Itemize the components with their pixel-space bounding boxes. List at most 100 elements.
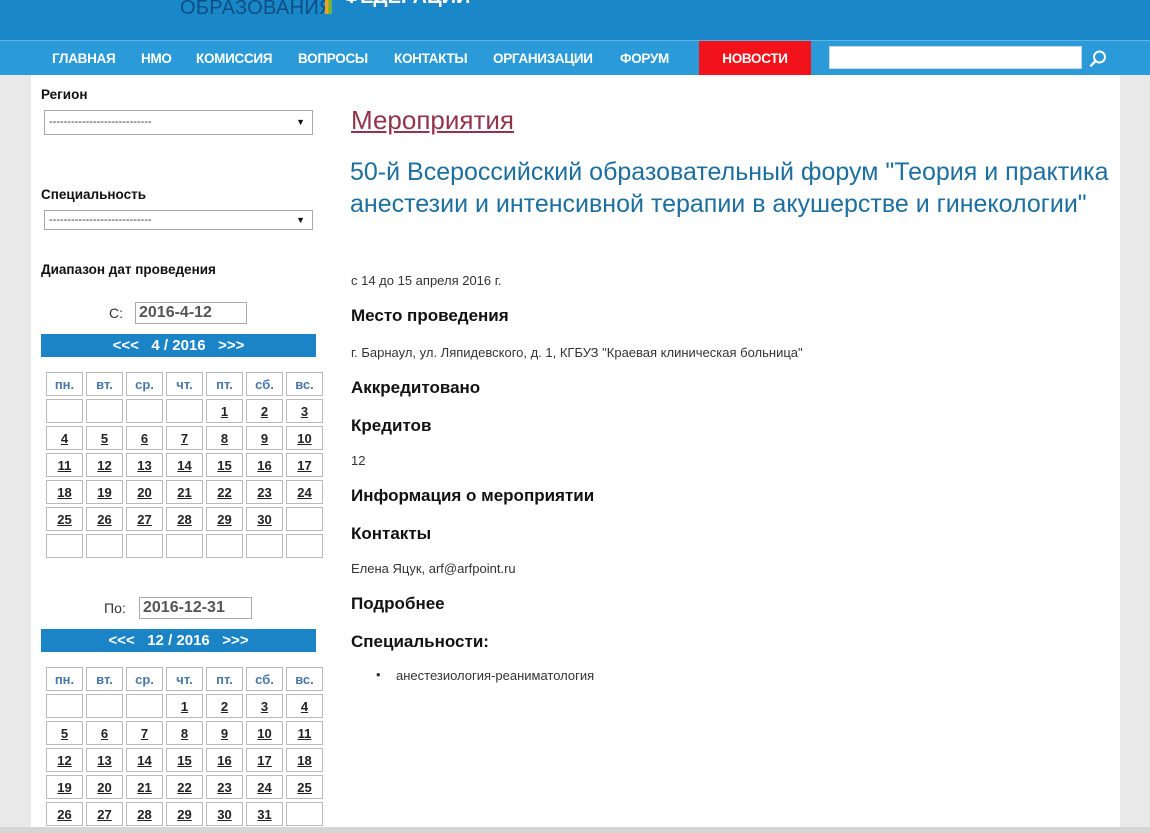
calendar-day[interactable]: 12 (86, 453, 123, 477)
calendar-day[interactable]: 26 (46, 802, 83, 826)
calendar-day[interactable]: 3 (286, 399, 323, 423)
nav-item-organizations[interactable]: ОРГАНИЗАЦИИ (493, 41, 593, 76)
search-input[interactable] (829, 46, 1082, 69)
calendar-day[interactable]: 10 (246, 721, 283, 745)
specialty-list-item: анестезиология-реаниматология (376, 667, 594, 683)
calendar-day[interactable]: 2 (246, 399, 283, 423)
calendar-day[interactable]: 7 (166, 426, 203, 450)
calendar-day[interactable]: 14 (166, 453, 203, 477)
nav-item-commission[interactable]: КОМИССИЯ (196, 41, 273, 76)
calendar-next-button[interactable]: >>> (218, 337, 244, 354)
calendar-day[interactable]: 23 (246, 480, 283, 504)
calendar-day[interactable]: 26 (86, 507, 123, 531)
logo-text: ОБРАЗОВАНИЯ (180, 0, 334, 19)
calendar-day[interactable]: 17 (286, 453, 323, 477)
details-heading[interactable]: Подробнее (351, 594, 445, 614)
region-select[interactable]: ---------------------------- ▼ (44, 110, 313, 135)
calendar-day[interactable]: 8 (206, 426, 243, 450)
search-icon[interactable] (1088, 49, 1108, 69)
date-to-label: По: (104, 600, 126, 616)
calendar-day[interactable]: 2 (206, 694, 243, 718)
calendar-day[interactable]: 12 (46, 748, 83, 772)
specialty-select[interactable]: ---------------------------- ▼ (44, 210, 313, 230)
nav-item-contacts[interactable]: КОНТАКТЫ (394, 41, 468, 76)
calendar-day[interactable]: 7 (126, 721, 163, 745)
event-dates: с 14 до 15 апреля 2016 г. (351, 273, 502, 288)
calendar-to-grid: пн. вт. ср. чт. пт. сб. вс. 1 2 3 4 5 6 7 8 9 10 11 12 13 1… (43, 664, 326, 829)
calendar-day[interactable]: 22 (166, 775, 203, 799)
calendar-day[interactable]: 9 (246, 426, 283, 450)
calendar-next-button[interactable]: >>> (222, 632, 248, 649)
calendar-day[interactable]: 9 (206, 721, 243, 745)
nav-item-news[interactable]: НОВОСТИ (699, 41, 811, 76)
date-to-input[interactable] (139, 597, 252, 619)
calendar-weekday: вт. (86, 667, 123, 691)
calendar-day[interactable]: 17 (246, 748, 283, 772)
calendar-day[interactable]: 3 (246, 694, 283, 718)
date-range-label: Диапазон дат проведения (41, 262, 216, 277)
calendar-day[interactable]: 5 (86, 426, 123, 450)
calendar-day[interactable]: 5 (46, 721, 83, 745)
calendar-day[interactable]: 24 (246, 775, 283, 799)
calendar-day[interactable]: 28 (126, 802, 163, 826)
calendar-day[interactable]: 16 (246, 453, 283, 477)
section-title-link[interactable]: Мероприятия (351, 105, 514, 136)
calendar-day[interactable]: 10 (286, 426, 323, 450)
calendar-day[interactable]: 28 (166, 507, 203, 531)
calendar-day[interactable]: 18 (286, 748, 323, 772)
contacts-value: Елена Яцук, arf@arfpoint.ru (351, 561, 516, 576)
chevron-down-icon: ▼ (296, 117, 305, 127)
calendar-from-grid: пн. вт. ср. чт. пт. сб. вс. 1 2 3 4 5 6 7 8 9 10 11 12 13 1… (43, 369, 326, 561)
calendar-day[interactable]: 23 (206, 775, 243, 799)
calendar-day[interactable]: 30 (206, 802, 243, 826)
nav-item-questions[interactable]: ВОПРОСЫ (298, 41, 368, 76)
calendar-day[interactable]: 11 (46, 453, 83, 477)
calendar-weekday: чт. (166, 372, 203, 396)
calendar-day[interactable]: 1 (206, 399, 243, 423)
calendar-day[interactable]: 27 (86, 802, 123, 826)
calendar-day[interactable]: 30 (246, 507, 283, 531)
horizontal-scrollbar[interactable] (0, 827, 1150, 833)
calendar-day[interactable]: 24 (286, 480, 323, 504)
calendar-day[interactable]: 20 (126, 480, 163, 504)
calendar-day[interactable]: 1 (166, 694, 203, 718)
calendar-day[interactable]: 21 (126, 775, 163, 799)
calendar-empty-cell (286, 802, 323, 826)
calendar-day[interactable]: 15 (166, 748, 203, 772)
calendar-prev-button[interactable]: <<< (108, 632, 134, 649)
calendar-day[interactable]: 29 (206, 507, 243, 531)
calendar-day[interactable]: 4 (46, 426, 83, 450)
calendar-weekday-row: пн. вт. ср. чт. пт. сб. вс. (46, 372, 323, 396)
calendar-prev-button[interactable]: <<< (113, 337, 139, 354)
calendar-day[interactable]: 21 (166, 480, 203, 504)
calendar-empty-cell (46, 694, 83, 718)
calendar-day[interactable]: 16 (206, 748, 243, 772)
calendar-day[interactable]: 19 (46, 775, 83, 799)
date-from-input[interactable] (135, 302, 247, 324)
calendar-day[interactable]: 8 (166, 721, 203, 745)
calendar-weekday: вс. (286, 667, 323, 691)
calendar-day[interactable]: 20 (86, 775, 123, 799)
calendar-day[interactable]: 13 (86, 748, 123, 772)
calendar-day[interactable]: 29 (166, 802, 203, 826)
calendar-day[interactable]: 27 (126, 507, 163, 531)
calendar-day[interactable]: 6 (126, 426, 163, 450)
calendar-day[interactable]: 19 (86, 480, 123, 504)
calendar-day[interactable]: 18 (46, 480, 83, 504)
calendar-week-row: 4 5 6 7 8 9 10 (46, 426, 323, 450)
calendar-day[interactable]: 14 (126, 748, 163, 772)
calendar-day[interactable]: 22 (206, 480, 243, 504)
calendar-day[interactable]: 4 (286, 694, 323, 718)
nav-item-home[interactable]: ГЛАВНАЯ (52, 41, 116, 76)
calendar-from-body: 1 2 3 4 5 6 7 8 9 10 11 12 13 14 15 16 17 18 19 20 21 22 23 24 2… (46, 399, 323, 558)
calendar-day[interactable]: 13 (126, 453, 163, 477)
calendar-day[interactable]: 15 (206, 453, 243, 477)
calendar-day[interactable]: 6 (86, 721, 123, 745)
nav-item-forum[interactable]: ФОРУМ (620, 41, 669, 76)
calendar-to-header: <<< 12 / 2016 >>> (41, 629, 316, 652)
calendar-day[interactable]: 31 (246, 802, 283, 826)
calendar-day[interactable]: 25 (286, 775, 323, 799)
nav-item-nmo[interactable]: НМО (141, 41, 172, 76)
calendar-day[interactable]: 11 (286, 721, 323, 745)
calendar-day[interactable]: 25 (46, 507, 83, 531)
